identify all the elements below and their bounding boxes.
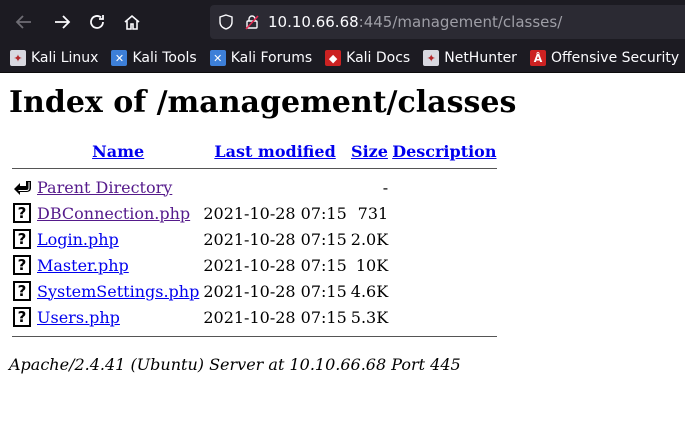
insecure-lock-icon[interactable]	[244, 14, 260, 30]
file-modified: 2021-10-28 07:15	[203, 203, 347, 223]
sort-by-size-link[interactable]: Size	[351, 142, 388, 161]
url-path: :445/management/classes/	[358, 13, 563, 31]
sort-by-name-link[interactable]: Name	[92, 142, 144, 161]
file-link-systemsettings[interactable]: SystemSettings.php	[37, 282, 199, 301]
page-content: Index of /management/classes Name Last m…	[0, 85, 685, 374]
kali-forums-icon: ✕	[209, 50, 226, 66]
file-link-dbconnection[interactable]: DBConnection.php	[37, 204, 190, 223]
file-size: 731	[357, 203, 389, 223]
bookmark-kali-tools[interactable]: ✕ Kali Tools	[111, 50, 197, 66]
offsec-icon: Å	[529, 50, 546, 66]
directory-listing: Name Last modified Size Description Pare…	[10, 140, 499, 343]
unknown-file-icon: ?	[13, 255, 31, 276]
bookmark-kali-docs[interactable]: ◆ Kali Docs	[325, 50, 410, 66]
file-modified: 2021-10-28 07:15	[203, 255, 347, 275]
unknown-file-icon: ?	[13, 203, 31, 224]
file-size: 5.3K	[350, 307, 389, 327]
divider	[12, 335, 498, 337]
reload-icon	[90, 15, 104, 29]
sort-by-modified-link[interactable]: Last modified	[214, 142, 335, 161]
bookmark-offensive-security[interactable]: Å Offensive Security	[529, 50, 679, 66]
unknown-file-icon: ?	[13, 307, 31, 328]
file-link-users[interactable]: Users.php	[37, 308, 120, 327]
icon-header	[12, 142, 34, 161]
arrow-right-icon	[55, 15, 71, 29]
nethunter-icon: ✦	[423, 50, 440, 66]
table-row: ? Master.php 2021-10-28 07:15 10K	[12, 253, 497, 277]
kali-docs-icon: ◆	[325, 50, 342, 66]
file-modified: 2021-10-28 07:15	[203, 307, 347, 327]
url-host: 10.10.66.68	[268, 13, 359, 31]
description-header: Description	[391, 142, 497, 161]
table-row: ? Users.php 2021-10-28 07:15 5.3K	[12, 305, 497, 329]
file-link-master[interactable]: Master.php	[37, 256, 129, 275]
bookmark-kali-linux[interactable]: ✦ Kali Linux	[10, 50, 98, 66]
table-row: ? Login.php 2021-10-28 07:15 2.0K	[12, 227, 497, 251]
table-row: Parent Directory -	[12, 175, 497, 199]
file-size: 2.0K	[350, 229, 389, 249]
file-size: 10K	[355, 255, 389, 275]
size-header: Size	[350, 142, 389, 161]
divider-row	[12, 331, 498, 341]
page-title: Index of /management/classes	[9, 85, 517, 120]
arrow-left-icon	[15, 15, 31, 29]
table-row: ? DBConnection.php 2021-10-28 07:15 731	[12, 201, 497, 225]
table-row: ? SystemSettings.php 2021-10-28 07:15 4.…	[12, 279, 497, 303]
file-modified: 2021-10-28 07:15	[203, 229, 347, 249]
unknown-file-icon: ?	[13, 281, 31, 302]
kali-icon: ✦	[10, 50, 26, 66]
back-arrow-icon	[14, 181, 31, 196]
home-icon	[124, 14, 140, 30]
file-size: 4.6K	[350, 281, 389, 301]
browser-toolbar: 10.10.66.68:445/management/classes/	[0, 0, 685, 44]
shield-icon[interactable]	[218, 14, 234, 30]
file-link-login[interactable]: Login.php	[37, 230, 119, 249]
bookmark-nethunter[interactable]: ✦ NetHunter	[423, 50, 517, 66]
file-modified: 2021-10-28 07:15	[203, 281, 347, 301]
modified-header: Last modified	[202, 142, 347, 161]
parent-directory-link[interactable]: Parent Directory	[37, 178, 172, 197]
reload-button[interactable]	[85, 10, 109, 34]
name-header: Name	[36, 142, 200, 161]
bookmark-kali-forums[interactable]: ✕ Kali Forums	[209, 50, 312, 66]
file-size: -	[382, 177, 389, 197]
divider	[12, 167, 498, 169]
forward-button[interactable]	[50, 10, 74, 34]
back-button[interactable]	[12, 10, 36, 34]
kali-tools-icon: ✕	[111, 50, 128, 66]
server-signature: Apache/2.4.41 (Ubuntu) Server at 10.10.6…	[9, 355, 461, 374]
divider-row	[12, 163, 498, 173]
home-button[interactable]	[120, 10, 144, 34]
unknown-file-icon: ?	[13, 229, 31, 250]
sort-by-description-link[interactable]: Description	[392, 142, 496, 161]
bookmarks-bar: ✦ Kali Linux ✕ Kali Tools ✕ Kali Forums …	[0, 44, 685, 73]
url-bar[interactable]: 10.10.66.68:445/management/classes/	[210, 5, 685, 39]
header-row: Name Last modified Size Description	[12, 142, 497, 161]
